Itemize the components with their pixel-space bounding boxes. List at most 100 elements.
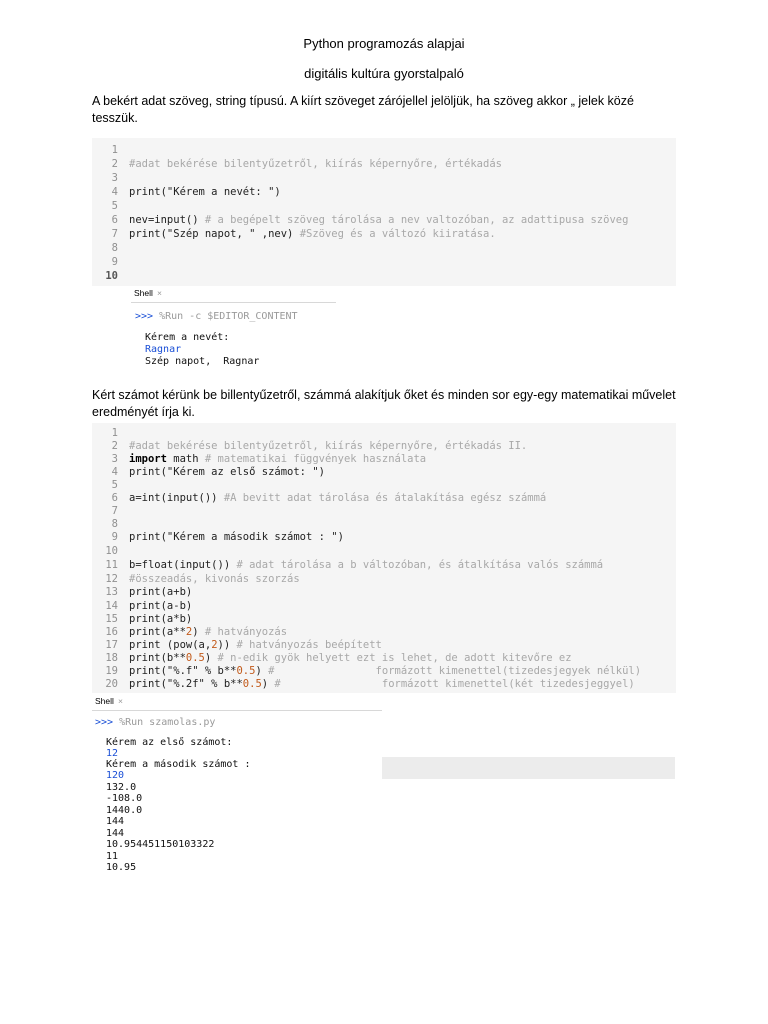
code-line: print("Kérem a második számot : ") <box>129 531 344 543</box>
shell-prompt: >>> <box>95 717 114 728</box>
line-number: 10 <box>105 545 118 557</box>
code-token: ) <box>204 652 218 664</box>
line-number: 9 <box>111 531 118 543</box>
line-number: 2 <box>111 440 118 452</box>
code-token: nev=input() <box>129 214 205 226</box>
second-paragraph: Kért számot kérünk be billentyűzetről, s… <box>92 388 676 419</box>
code-token: a=int(input()) <box>129 492 224 504</box>
shell-command: %Run -c $EDITOR_CONTENT <box>153 311 298 322</box>
shell-prompt: >>> <box>135 311 154 322</box>
code-token: print("%.2f" % b** <box>129 678 243 690</box>
code-token: )) <box>217 639 237 651</box>
line-number: 4 <box>111 466 118 478</box>
code-editor-2[interactable]: 1 2 3 4 5 6 7 8 9 10 11 12 13 14 15 16 1… <box>92 423 676 693</box>
shell-output-line: Kérem a második számot : <box>106 759 251 770</box>
shell-output-line: 10.954451150103322 <box>106 839 215 850</box>
line-number: 15 <box>105 613 118 625</box>
code-line: #adat bekérése bilentyűzetről, kiírás ké… <box>129 158 502 170</box>
code-token: ) <box>255 665 269 677</box>
line-number: 18 <box>105 652 118 664</box>
line-number: 17 <box>105 639 118 651</box>
shell-output-line: Szép napot, Ragnar <box>145 356 260 367</box>
code-comment: # hatványozás <box>204 626 288 638</box>
shell-tab-2[interactable]: Shell × <box>92 694 382 711</box>
code-line: print("Kérem az első számot: ") <box>129 466 325 478</box>
code-token: ) <box>192 626 205 638</box>
code-token: print(b** <box>129 652 186 664</box>
code-token: print("%.f" % b** <box>129 665 237 677</box>
code-comment: #Szöveg és a változó kiiratása. <box>299 228 496 240</box>
code-comment: #A bevitt adat tárolása és átalakítása e… <box>223 492 547 504</box>
line-number: 6 <box>111 492 118 504</box>
code-token: math <box>166 453 205 465</box>
code-line: print (pow(a,2)) # hatványozás beépített <box>129 638 382 652</box>
code-token: ) <box>261 678 275 690</box>
shell-input-line: 120 <box>106 770 125 781</box>
shell-output-line: -108.0 <box>106 793 143 804</box>
code-line: print("Szép napot, " ,nev) #Szöveg és a … <box>129 227 496 241</box>
code-keyword: import <box>129 453 167 465</box>
line-number: 3 <box>111 172 118 184</box>
code-comment: # hatványozás beépített <box>236 639 382 651</box>
line-number: 12 <box>105 573 118 585</box>
document-title: Python programozás alapjai <box>303 36 465 51</box>
code-line: print("%.2f" % b**0.5) # formázott kimen… <box>129 677 635 691</box>
code-line: print("Kérem a nevét: ") <box>129 186 281 198</box>
line-number: 8 <box>111 242 118 254</box>
code-comment: # formázott kimenettel(tizedesjegyek nél… <box>268 665 642 677</box>
shell-input-line: 12 <box>106 748 119 759</box>
line-number: 6 <box>111 214 118 226</box>
line-number: 14 <box>105 600 118 612</box>
code-token: b=float(input()) <box>129 559 237 571</box>
shell-output-line: 1440.0 <box>106 805 143 816</box>
shell-command-line: >>> %Run szamolas.py <box>95 717 215 729</box>
line-number: 7 <box>111 228 118 240</box>
line-number: 11 <box>105 559 118 571</box>
code-line: #adat bekérése bilentyűzetről, kiírás ké… <box>129 440 528 452</box>
code-line: a=int(input()) #A bevitt adat tárolása é… <box>129 491 546 505</box>
shell-output-line: 132.0 <box>106 782 137 793</box>
code-line: b=float(input()) # adat tárolása a b vál… <box>129 558 603 572</box>
code-line: print("%.f" % b**0.5) # formázott kimene… <box>129 664 641 678</box>
code-comment: # formázott kimenettel(két tizedesjeggye… <box>274 678 635 690</box>
shell-output-line: 144 <box>106 828 125 839</box>
line-number: 1 <box>111 427 118 439</box>
line-number: 7 <box>111 505 118 517</box>
shell-output-line: 144 <box>106 816 125 827</box>
code-comment: # matematikai függvények használata <box>204 453 427 465</box>
code-line: print(b**0.5) # n-edik gyök helyett ezt … <box>129 651 572 665</box>
close-icon[interactable]: × <box>118 696 123 706</box>
line-number: 1 <box>111 144 118 156</box>
line-number: 20 <box>105 678 118 690</box>
shell-input-line: Ragnar <box>145 344 182 355</box>
code-token: print (pow(a, <box>129 639 212 651</box>
line-number: 9 <box>111 256 118 268</box>
line-number: 5 <box>111 479 118 491</box>
line-number: 3 <box>111 453 118 465</box>
line-number: 8 <box>111 518 118 530</box>
document-subtitle: digitális kultúra gyorstalpaló <box>304 66 464 81</box>
shell-gray-strip <box>382 757 675 779</box>
shell-panel-1[interactable]: >>> %Run -c $EDITOR_CONTENT Kérem a nevé… <box>131 303 675 375</box>
code-editor-1[interactable]: 1 2 3 4 5 6 7 8 9 10 #adat bekérése bile… <box>92 138 676 286</box>
shell-command-line: >>> %Run -c $EDITOR_CONTENT <box>135 311 298 323</box>
code-number: 0.5 <box>236 665 256 677</box>
code-line: print(a-b) <box>129 600 193 612</box>
shell-panel-2[interactable]: >>> %Run szamolas.py Kérem az első számo… <box>92 711 382 875</box>
shell-tab-1[interactable]: Shell × <box>131 286 336 303</box>
shell-tab-label: Shell <box>95 696 114 706</box>
intro-paragraph: A bekért adat szöveg, string típusú. A k… <box>92 94 634 125</box>
code-number: 0.5 <box>242 678 262 690</box>
shell-command: %Run szamolas.py <box>113 717 216 728</box>
line-number: 2 <box>111 158 118 170</box>
shell-output-line: Kérem az első számot: <box>106 737 233 748</box>
code-token: print(a** <box>129 626 186 638</box>
line-number-current: 10 <box>105 270 118 282</box>
code-comment: # a begépelt szöveg tárolása a nev valto… <box>204 214 629 226</box>
code-line: nev=input() # a begépelt szöveg tárolása… <box>129 213 628 227</box>
shell-output-line: Kérem a nevét: <box>145 332 230 343</box>
code-line: print(a**2) # hatványozás <box>129 625 287 639</box>
close-icon[interactable]: × <box>157 288 162 298</box>
line-number: 13 <box>105 586 118 598</box>
code-comment: # n-edik gyök helyett ezt is lehet, de a… <box>217 652 572 664</box>
